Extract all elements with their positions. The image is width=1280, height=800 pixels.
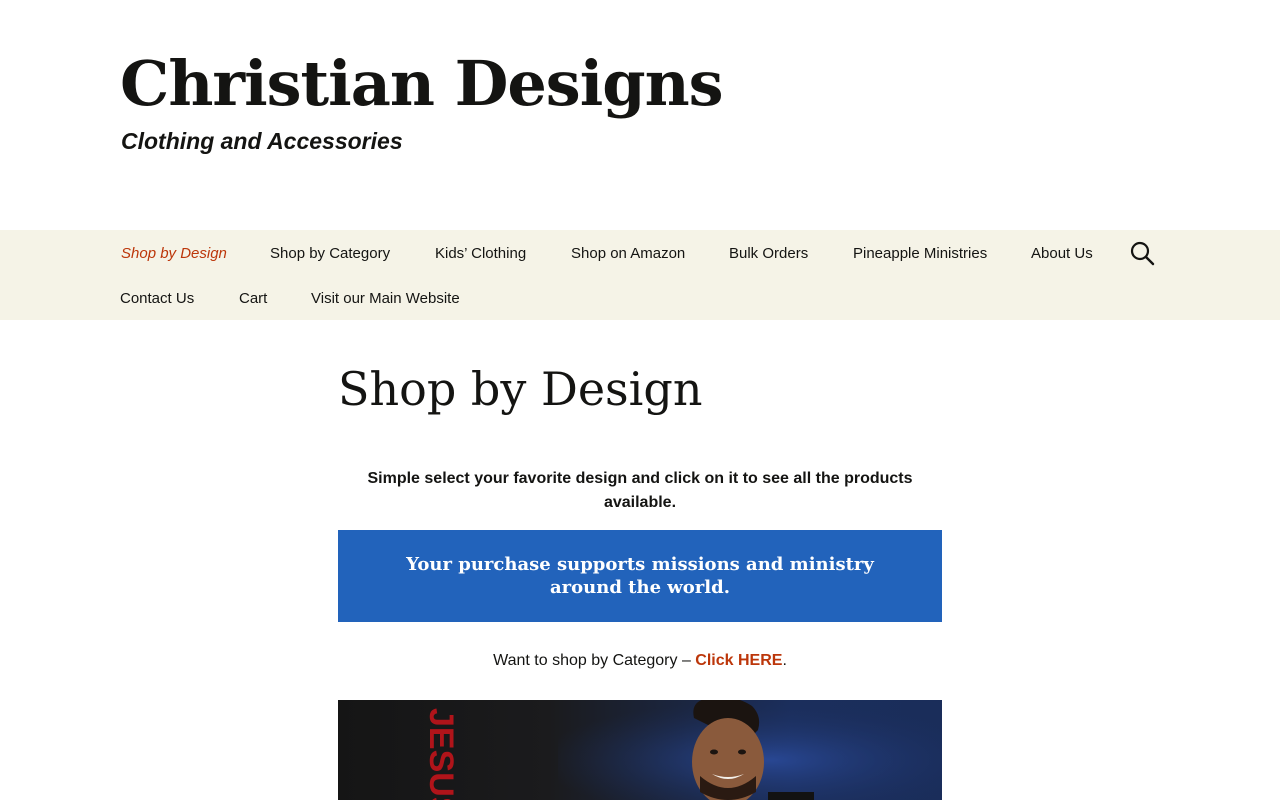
site-description: Clothing and Accessories <box>121 128 403 154</box>
design-image[interactable]: JESUS <box>338 700 942 800</box>
page-title: Shop by Design <box>338 362 703 416</box>
nav-item-about-us[interactable]: About Us <box>1031 245 1093 262</box>
site-header: Christian Designs Clothing and Accessori… <box>0 0 1280 230</box>
nav-item-main-website[interactable]: Visit our Main Website <box>311 290 460 307</box>
category-link[interactable]: Click HERE <box>695 652 782 669</box>
category-prefix: Want to shop by Category – <box>493 652 696 669</box>
nav-item-shop-by-design[interactable]: Shop by Design <box>121 245 227 262</box>
nav-item-pineapple-ministries[interactable]: Pineapple Ministries <box>853 245 987 262</box>
nav-item-bulk-orders[interactable]: Bulk Orders <box>729 245 808 262</box>
banner-text: Your purchase supports missions and mini… <box>406 554 874 598</box>
main-content: Shop by Design Simple select your favori… <box>0 320 1280 800</box>
nav-item-kids-clothing[interactable]: Kids’ Clothing <box>435 245 526 262</box>
search-icon <box>1130 241 1155 266</box>
design-artwork: JESUS <box>422 700 942 800</box>
design-image-text: JESUS <box>422 708 460 800</box>
nav-item-shop-by-category[interactable]: Shop by Category <box>270 245 390 262</box>
nav-item-cart[interactable]: Cart <box>239 290 267 307</box>
nav-item-contact-us[interactable]: Contact Us <box>120 290 194 307</box>
site-title[interactable]: Christian Designs <box>120 49 724 118</box>
main-navigation: Shop by Design Shop by Category Kids’ Cl… <box>0 230 1280 320</box>
nav-item-shop-on-amazon[interactable]: Shop on Amazon <box>571 245 685 262</box>
missions-banner: Your purchase supports missions and mini… <box>338 530 942 622</box>
search-button[interactable] <box>1128 239 1156 267</box>
category-suffix: . <box>782 652 787 669</box>
intro-text: Simple select your favorite design and c… <box>367 470 913 511</box>
category-callout: Want to shop by Category – Click HERE. <box>338 652 942 670</box>
